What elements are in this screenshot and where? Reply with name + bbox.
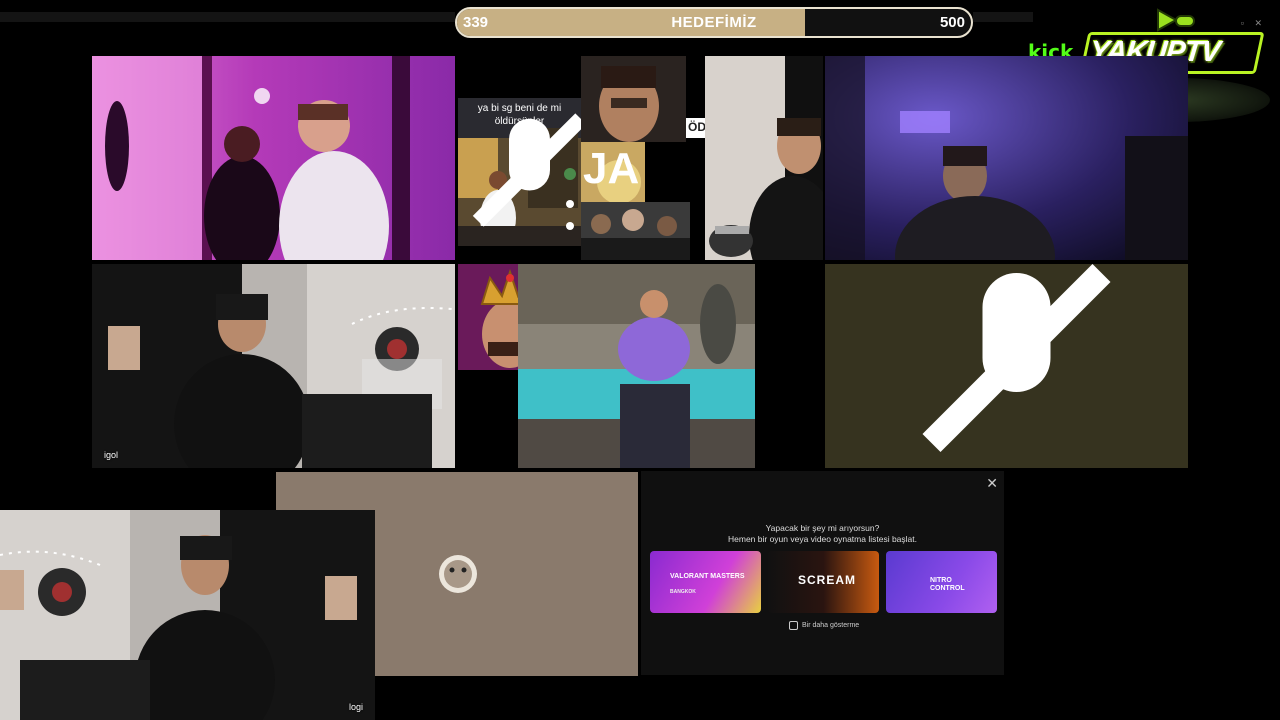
- party-video-frame: [92, 56, 455, 260]
- video-tile-purple-room[interactable]: [825, 56, 1188, 260]
- video-tile-audio-only[interactable]: [825, 264, 1188, 468]
- dont-show-again-label: Bir daha gösterme: [802, 622, 860, 629]
- window-controls-icon[interactable]: ▫ ✕: [1241, 18, 1266, 29]
- top-divider-left: [0, 12, 455, 22]
- goal-progress-bar: HEDEFİMİZ 339 500: [455, 7, 973, 38]
- goal-current-value: 339: [463, 14, 489, 31]
- fountain-frame: [518, 264, 755, 468]
- main-cam-frame: [0, 510, 375, 720]
- goal-target-value: 500: [939, 14, 965, 31]
- blurred-face-frame: [581, 56, 686, 142]
- camera-brand-label: igol: [104, 450, 119, 460]
- stream-canvas: HEDEFİMİZ 339 500 kick YAKUPTV ▫ ✕ ya bi…: [0, 0, 1280, 720]
- muted-mic-icon: [922, 264, 1111, 453]
- group-photo-frame: [581, 202, 690, 260]
- card-nitro-title: NITRO CONTROL: [930, 577, 965, 592]
- goal-title: HEDEFİMİZ: [671, 14, 757, 31]
- card-valorant[interactable]: VALORANT MASTERS BANGKOK: [650, 551, 761, 613]
- video-tile-headset[interactable]: igol: [92, 264, 455, 468]
- video-tile-main-cam[interactable]: logi: [0, 510, 375, 720]
- black-shirt-frame: [705, 56, 823, 260]
- dont-show-again-checkbox[interactable]: Bir daha gösterme: [789, 621, 859, 630]
- card-valorant-sub: BANGKOK: [670, 589, 696, 595]
- activity-cards: VALORANT MASTERS BANGKOK SCREAM NITRO CO…: [650, 551, 997, 613]
- play-gamepad-icon: [1157, 8, 1195, 32]
- video-tile-party[interactable]: [92, 56, 455, 260]
- checkbox-box[interactable]: [789, 621, 798, 630]
- video-tile-black-shirt[interactable]: [705, 56, 823, 260]
- video-tile-fountain[interactable]: [518, 264, 755, 468]
- card-scream[interactable]: SCREAM: [768, 551, 879, 613]
- card-scream-title: SCREAM: [798, 573, 857, 587]
- card-valorant-title: VALORANT MASTERS: [670, 573, 745, 580]
- card-nitro-control[interactable]: NITRO CONTROL: [886, 551, 997, 613]
- purple-room-frame: [825, 56, 1188, 260]
- video-tile-od[interactable]: ÖD: [686, 118, 706, 138]
- ja-text: JA: [583, 144, 640, 193]
- muted-mic-icon: [472, 113, 581, 227]
- headset-frame: [92, 264, 455, 468]
- camera-brand-label: logi: [348, 702, 363, 712]
- activity-picker-panel: ✕ Yapacak bir şey mi arıyorsun? Hemen bi…: [641, 471, 1004, 675]
- panel-prompt-line2: Hemen bir oyun veya video oynatma listes…: [728, 534, 917, 544]
- video-tile-face-blur[interactable]: [581, 56, 686, 142]
- panel-prompt: Yapacak bir şey mi arıyorsun? Hemen bir …: [641, 523, 1004, 545]
- close-icon[interactable]: ✕: [986, 475, 998, 492]
- od-text: ÖD: [686, 120, 706, 134]
- video-tile-group[interactable]: [581, 202, 690, 260]
- video-tile-ja[interactable]: JA: [581, 142, 645, 202]
- panel-prompt-line1: Yapacak bir şey mi arıyorsun?: [765, 523, 880, 533]
- video-tile-tiktok[interactable]: ya bi sg beni de mi öldürsünler: [458, 98, 581, 246]
